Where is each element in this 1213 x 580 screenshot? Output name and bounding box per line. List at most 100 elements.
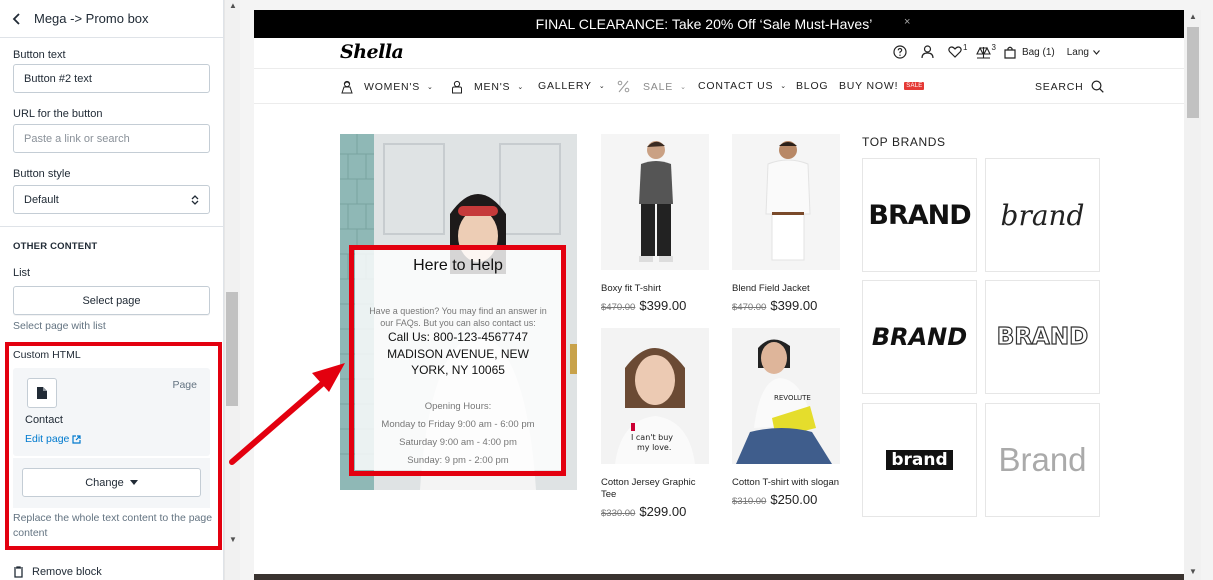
nav-item-buy-now[interactable]: BUY NOW! SALE: [839, 80, 925, 92]
account-icon[interactable]: [921, 45, 934, 59]
button-text-input[interactable]: Button #2 text: [13, 64, 210, 93]
brand-logo[interactable]: brand: [862, 403, 977, 517]
language-selector[interactable]: Lang: [1067, 47, 1100, 58]
chevron-down-icon: ⌄: [680, 83, 687, 91]
percent-icon: [617, 80, 630, 93]
help-address: MADISON AVENUE, NEW YORK, NY 10065: [387, 347, 529, 377]
compare-icon[interactable]: 3: [975, 43, 996, 59]
product-old-price: $470.00: [732, 302, 767, 313]
nav-item-contact-us[interactable]: CONTACT US ⌄: [698, 80, 787, 92]
sale-badge: SALE: [904, 82, 925, 90]
change-area: Change: [13, 458, 210, 508]
search-button[interactable]: SEARCH: [1035, 80, 1104, 93]
scroll-down-arrow-icon[interactable]: ▼: [1189, 567, 1197, 576]
wishlist-count: 1: [963, 42, 968, 52]
header-icons: 1 3 Bag (1) Lang: [883, 42, 1100, 59]
brand-logo-text: brand: [1000, 198, 1085, 232]
promo-box[interactable]: Here to Help Have a question? You may fi…: [340, 134, 577, 490]
opening-hours-line: Saturday 9:00 am - 4:00 pm: [399, 437, 517, 448]
brand-logo[interactable]: BRAND: [985, 280, 1100, 394]
product-image[interactable]: [601, 134, 709, 270]
wishlist-icon[interactable]: 1: [948, 42, 968, 58]
edit-page-label: Edit page: [25, 433, 70, 445]
product-old-price: $330.00: [601, 508, 636, 519]
nav-item-sale[interactable]: SALE ⌄: [617, 80, 687, 93]
nav-item-gallery[interactable]: GALLERY ⌄: [538, 80, 606, 92]
button-style-select[interactable]: Default: [13, 185, 210, 214]
preview-scrollbar-thumb[interactable]: [1187, 27, 1199, 118]
change-button[interactable]: Change: [22, 468, 201, 497]
panel-scrollbar-thumb[interactable]: [226, 292, 238, 406]
select-page-button[interactable]: Select page: [13, 286, 210, 315]
help-icon[interactable]: [893, 45, 907, 59]
nav-label: BUY NOW!: [839, 80, 899, 92]
section-divider: [0, 226, 223, 227]
close-icon[interactable]: ×: [904, 16, 910, 28]
brand-logo-text: BRAND: [868, 199, 971, 231]
chevron-down-icon: ⌄: [780, 83, 787, 90]
nav-item-mens[interactable]: MEN'S ⌄: [450, 80, 524, 94]
main-navigation: WOMEN'S ⌄ MEN'S ⌄ GALLERY ⌄ SALE ⌄ CONTACT U…: [254, 70, 1184, 104]
button-style-value: Default: [24, 193, 59, 206]
remove-block-button[interactable]: Remove block: [13, 566, 102, 578]
man-icon: [452, 80, 462, 94]
select-page-hint: Select page with list: [13, 320, 106, 332]
search-icon: [1091, 80, 1104, 93]
nav-item-blog[interactable]: BLOG: [796, 80, 828, 92]
product-image[interactable]: [732, 134, 840, 270]
nav-label: GALLERY: [538, 80, 592, 92]
svg-text:my love.: my love.: [637, 443, 671, 452]
product-current-price: $299.00: [639, 504, 687, 519]
change-label: Change: [85, 476, 124, 489]
help-title: Here to Help: [413, 257, 503, 274]
brand-logo-text: Brand: [998, 441, 1087, 478]
settings-panel: Mega -> Promo box Button text Button #2 …: [0, 0, 224, 580]
nav-label: WOMEN'S: [364, 81, 421, 93]
language-label: Lang: [1066, 46, 1089, 58]
product-card[interactable]: REVOLUTE Cotton T-shirt with slogan $310…: [732, 328, 840, 507]
page-card: Page Contact Edit page: [13, 368, 210, 456]
scroll-down-arrow-icon[interactable]: ▼: [229, 535, 237, 544]
replace-hint: Replace the whole text content to the pa…: [13, 512, 213, 539]
product-image[interactable]: REVOLUTE: [732, 328, 840, 464]
select-arrows-icon: [191, 194, 199, 205]
product-card[interactable]: Blend Field Jacket $470.00 $399.00: [732, 134, 840, 313]
product-name[interactable]: Blend Field Jacket: [732, 283, 840, 295]
chevron-down-icon: ⌄: [517, 84, 525, 91]
scroll-up-arrow-icon[interactable]: ▲: [229, 1, 237, 10]
document-icon: [27, 378, 57, 408]
logo[interactable]: Shella: [340, 41, 404, 63]
brand-logo[interactable]: Brand: [985, 403, 1100, 517]
nav-label: SALE: [643, 80, 674, 93]
product-name[interactable]: Boxy fit T-shirt: [601, 283, 709, 295]
product-card[interactable]: Boxy fit T-shirt $470.00 $399.00: [601, 134, 709, 313]
nav-item-womens[interactable]: WOMEN'S ⌄: [340, 80, 434, 94]
bag-icon[interactable]: Bag (1): [1004, 46, 1055, 59]
search-label: SEARCH: [1035, 80, 1084, 93]
product-card[interactable]: I can't buy my love. Cotton Jersey Graph…: [601, 328, 709, 519]
other-content-heading: OTHER CONTENT: [13, 241, 98, 252]
brand-logo[interactable]: brand: [985, 158, 1100, 272]
brand-logo[interactable]: BRAND: [862, 158, 977, 272]
next-section-image: [254, 574, 1184, 580]
svg-text:I can't buy: I can't buy: [631, 433, 673, 442]
woman-icon: [341, 80, 353, 94]
custom-html-label: Custom HTML: [13, 349, 81, 361]
product-name[interactable]: Cotton Jersey Graphic Tee: [601, 477, 709, 501]
back-button[interactable]: [0, 0, 34, 38]
edit-page-link[interactable]: Edit page: [25, 433, 81, 445]
url-input[interactable]: Paste a link or search: [13, 124, 210, 153]
panel-scrollbar[interactable]: [224, 0, 240, 580]
help-phone[interactable]: Call Us: 800-123-4567747: [355, 330, 561, 344]
help-card: Here to Help Have a question? You may fi…: [355, 248, 561, 470]
scroll-up-arrow-icon[interactable]: ▲: [1189, 12, 1197, 21]
page-name: Contact: [25, 414, 63, 426]
product-name[interactable]: Cotton T-shirt with slogan: [732, 477, 840, 489]
product-image[interactable]: I can't buy my love.: [601, 328, 709, 464]
opening-hours-title: Opening Hours:: [424, 401, 492, 412]
brand-logo[interactable]: BRAND: [862, 280, 977, 394]
nav-label: CONTACT US: [698, 80, 774, 92]
help-intro-text: Have a question? You may find an answer …: [369, 306, 547, 328]
brand-logo-text: BRAND: [996, 323, 1089, 350]
product-current-price: $250.00: [770, 492, 818, 507]
